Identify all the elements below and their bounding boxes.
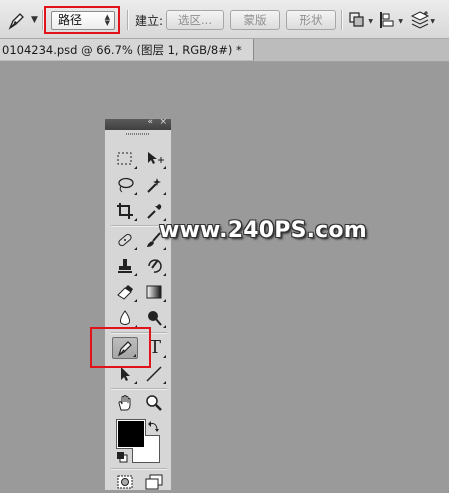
drag-grip[interactable] [105,130,171,138]
zoom-icon [146,395,162,411]
history-brush-icon [148,259,162,273]
path-arrangement-button[interactable]: ▼ [409,10,435,30]
tab-strip [254,39,449,62]
magic-wand-tool[interactable] [141,174,167,196]
screen-mode-button[interactable] [141,471,167,493]
crop-icon [117,203,133,219]
path-alignment-button[interactable]: ▼ [377,10,403,30]
default-colors-icon[interactable] [116,451,128,463]
lasso-icon [118,177,134,193]
make-mask-button[interactable]: 蒙版 [230,10,280,30]
make-label: 建立: [135,14,164,28]
healing-brush-icon [118,233,132,247]
pen-icon [8,13,24,30]
magic-wand-icon [147,178,161,193]
quick-mask-icon [117,475,133,489]
chevron-down-icon: ▼ [31,15,38,25]
screen-mode-icon [145,474,163,490]
mode-select-value: 路径 [58,13,83,27]
move-tool[interactable] [141,148,167,170]
chevron-down-icon: ▼ [368,18,373,25]
document-title: 0104234.psd @ 66.7% (图层 1, RGB/8#) * [2,43,242,57]
path-operations-button[interactable]: ▼ [347,10,373,30]
blur-icon [120,310,130,325]
tools-panel: « × T [104,117,172,493]
hand-tool[interactable] [112,392,138,414]
eraser-tool[interactable] [112,281,138,303]
path-arrangement-icon [410,11,430,29]
divider [127,10,129,30]
make-shape-button[interactable]: 形状 [286,10,336,30]
swap-colors-icon[interactable] [148,420,160,432]
tool-preset-picker[interactable]: ▼ [4,9,40,31]
close-icon[interactable]: × [159,117,167,127]
zoom-tool[interactable] [141,392,167,414]
divider [341,10,343,30]
options-bar: ▼ 路径 ▲ ▼ 建立: 选区... 蒙版 形状 ▼ ▼ ▼ [0,0,449,39]
lasso-tool[interactable] [112,174,138,196]
updown-arrows-icon: ▲ ▼ [104,13,110,27]
quick-mask-button[interactable] [112,471,138,493]
watermark: www.240PS.com [159,218,367,243]
chevron-down-icon: ▼ [398,18,403,25]
eraser-icon [117,285,133,300]
path-alignment-icon [380,12,394,28]
collapse-icon[interactable]: « [147,117,153,127]
dodge-tool[interactable] [141,307,167,329]
history-brush-tool[interactable] [141,255,167,277]
document-tab[interactable]: 0104234.psd @ 66.7% (图层 1, RGB/8#) * [0,39,254,61]
pen-tool-highlight-box [90,327,151,368]
healing-brush-tool[interactable] [112,229,138,251]
chevron-down-icon: ▼ [430,18,435,25]
move-icon [148,152,164,164]
hand-icon [118,395,131,411]
mode-select[interactable]: 路径 ▲ ▼ [51,11,115,30]
rectangular-marquee-tool[interactable] [112,148,138,170]
make-selection-button[interactable]: 选区... [166,10,224,30]
gradient-tool[interactable] [141,281,167,303]
crop-tool[interactable] [112,200,138,222]
foreground-color-swatch-top[interactable] [117,420,145,448]
rectangular-marquee-icon [117,152,132,165]
clone-stamp-tool[interactable] [112,255,138,277]
dodge-icon [148,311,162,326]
tools-panel-header[interactable]: « × [105,117,171,130]
gradient-icon [146,285,162,299]
path-operations-icon [349,12,364,27]
clone-stamp-icon [118,259,132,273]
blur-tool[interactable] [112,307,138,329]
